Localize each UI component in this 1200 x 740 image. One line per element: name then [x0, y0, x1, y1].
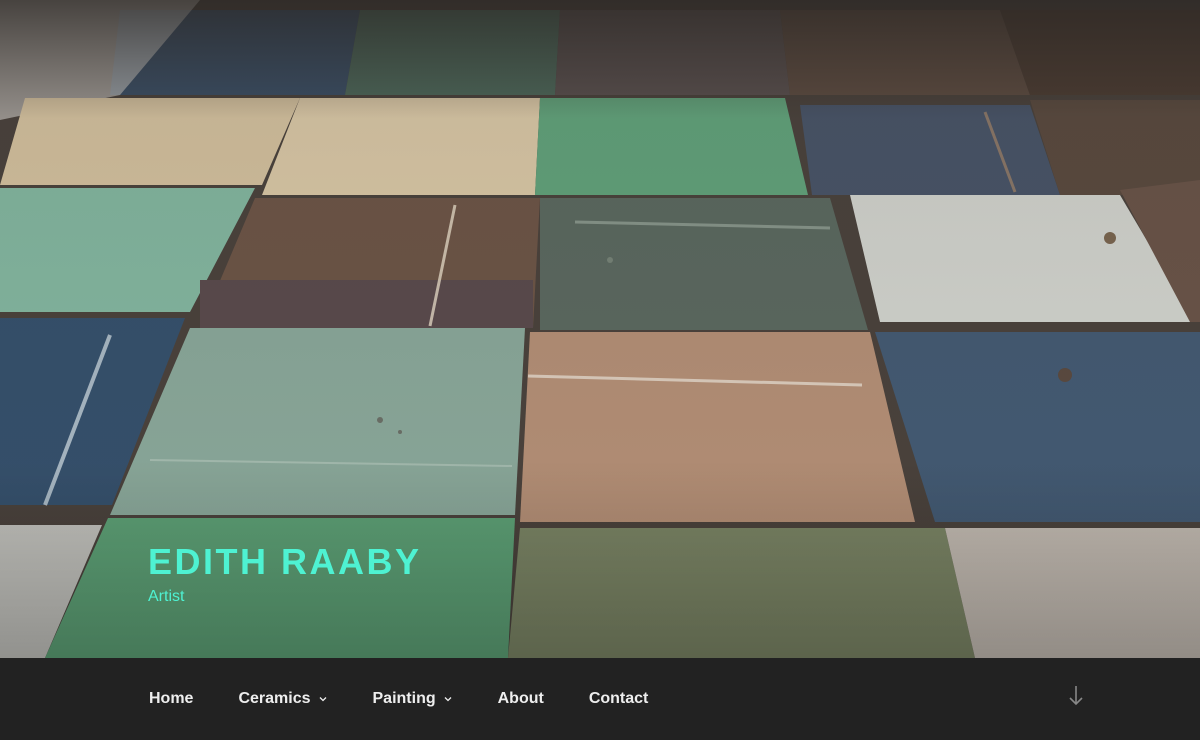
- nav-item-label: Contact: [588, 690, 649, 707]
- site-title-link[interactable]: EDITH RAABY: [148, 540, 422, 584]
- site-branding: EDITH RAABY Artist: [148, 540, 422, 607]
- nav-item-painting[interactable]: Painting: [373, 690, 453, 708]
- arrow-down-icon[interactable]: [1066, 684, 1086, 708]
- main-navigation: Home Ceramics Painting About Contact: [0, 658, 1200, 740]
- nav-item-label: About: [497, 690, 544, 707]
- header-image: EDITH RAABY Artist: [0, 0, 1200, 658]
- page: EDITH RAABY Artist Home Ceramics Paintin…: [0, 0, 1200, 740]
- nav-item-label: Painting: [372, 690, 436, 707]
- chevron-down-icon: [444, 697, 452, 702]
- nav-item-ceramics[interactable]: Ceramics: [238, 690, 327, 708]
- chevron-down-icon: [319, 697, 326, 702]
- nav-item-label: Home: [149, 690, 194, 707]
- nav-item-home[interactable]: Home: [149, 690, 193, 708]
- nav-menu: Home Ceramics Painting About Contact: [149, 658, 693, 740]
- site-tagline: Artist: [148, 588, 185, 605]
- nav-item-about[interactable]: About: [498, 690, 544, 708]
- nav-item-label: Ceramics: [238, 690, 311, 707]
- nav-item-contact[interactable]: Contact: [589, 690, 649, 708]
